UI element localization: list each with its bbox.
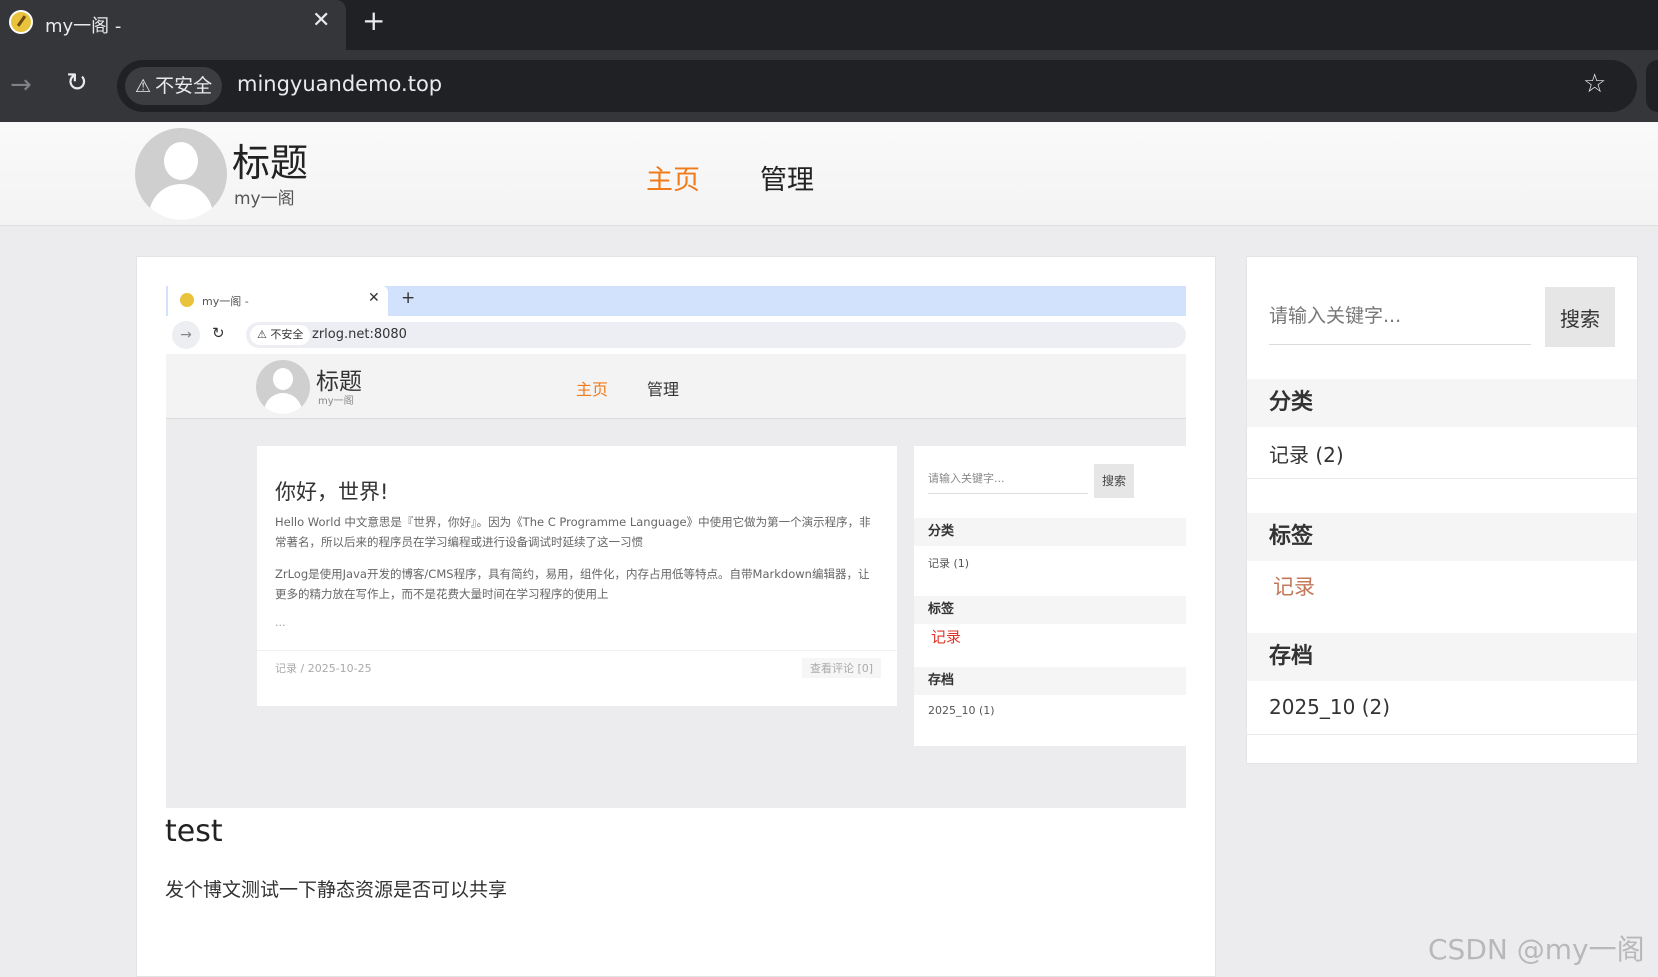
embedded-address-bar: ⚠ 不安全 zrlog.net:8080 [246, 322, 1186, 348]
category-item[interactable]: 记录 (2) [1269, 439, 1344, 468]
embedded-toolbar: → ↻ ⚠ 不安全 zrlog.net:8080 [166, 316, 1186, 354]
embedded-favicon-icon [180, 293, 194, 307]
forward-arrow-icon[interactable]: → [10, 70, 32, 100]
categories-list: 记录 (2) [1247, 427, 1637, 479]
embedded-url: zrlog.net:8080 [312, 327, 407, 342]
search-input[interactable] [1269, 287, 1531, 345]
avatar-body-shape [149, 184, 213, 220]
embedded-close-icon: ✕ [368, 290, 380, 306]
warning-icon: ⚠ [135, 76, 152, 97]
site-title[interactable]: 标题 [232, 132, 308, 187]
embedded-post-ellipsis: ... [275, 616, 286, 629]
avatar-head-shape [164, 142, 198, 180]
embedded-site-title: 标题 [316, 369, 362, 395]
embedded-post-meta: 记录 / 2025-10-25 查看评论 [0] [257, 650, 897, 684]
watermark-text: CSDN @my一阁 [1428, 933, 1645, 966]
archive-list: 2025_10 (2) [1247, 681, 1637, 735]
embedded-reload-icon: ↻ [212, 324, 225, 342]
post-screenshot-image: my一阁 - ✕ + → ↻ ⚠ 不安全 zrlog.net:8080 标题 m… [166, 286, 1186, 808]
bookmark-star-icon[interactable]: ☆ [1583, 69, 1606, 99]
embedded-post-card: 你好，世界! Hello World 中文意思是『世界，你好』。因为《The C… [257, 446, 897, 706]
site-favicon-icon [9, 10, 33, 34]
embedded-forward-icon: → [172, 321, 200, 349]
embedded-post-meta-left: 记录 / 2025-10-25 [275, 662, 372, 675]
embedded-security-label: 不安全 [270, 328, 304, 341]
embedded-search-input: 请输入关键字... [928, 464, 1088, 494]
site-subtitle: my一阁 [234, 189, 295, 209]
embedded-site-header: 标题 my一阁 主页 管理 [166, 354, 1186, 419]
url-text[interactable]: mingyuandemo.top [237, 72, 442, 96]
archive-item[interactable]: 2025_10 (2) [1269, 695, 1390, 719]
embedded-tab-strip: my一阁 - ✕ + [166, 286, 1186, 316]
post-title[interactable]: test [165, 814, 223, 849]
sidebar: 搜索 分类 记录 (2) 标签 记录 存档 2025_10 (2) [1246, 256, 1638, 764]
tab-title: my一阁 - [45, 16, 122, 37]
embedded-nav-home: 主页 [576, 380, 609, 399]
post-excerpt: 发个博文测试一下静态资源是否可以共享 [165, 879, 508, 901]
close-tab-icon[interactable]: ✕ [312, 8, 330, 33]
embedded-tab-title: my一阁 - [202, 295, 249, 308]
embedded-tag-item: 记录 [931, 628, 962, 646]
site-header: 标题 my一阁 主页 管理 [0, 122, 1658, 226]
profile-button-edge[interactable] [1646, 60, 1658, 112]
embedded-post-paragraph: ZrLog是使用Java开发的博客/CMS程序，具有简约，易用，组件化，内存占用… [275, 567, 870, 601]
tag-item[interactable]: 记录 [1273, 571, 1315, 601]
embedded-tab: my一阁 - ✕ [168, 286, 388, 316]
browser-tab-strip: my一阁 - ✕ + [0, 0, 1658, 50]
post-card: my一阁 - ✕ + → ↻ ⚠ 不安全 zrlog.net:8080 标题 m… [136, 256, 1216, 977]
embedded-categories-heading: 分类 [914, 518, 1186, 546]
embedded-search-button: 搜索 [1094, 464, 1134, 498]
embedded-post-paragraph: Hello World 中文意思是『世界，你好』。因为《The C Progra… [275, 515, 871, 549]
search-button[interactable]: 搜索 [1545, 287, 1615, 347]
reload-icon[interactable]: ↻ [66, 68, 88, 98]
archive-heading: 存档 [1247, 633, 1637, 681]
security-indicator[interactable]: ⚠ 不安全 [125, 67, 223, 105]
embedded-tags-heading: 标签 [914, 596, 1186, 624]
embedded-post-title: 你好，世界! [275, 480, 389, 504]
embedded-category-item: 记录 (1) [928, 557, 970, 570]
embedded-site-subtitle: my一阁 [318, 396, 354, 407]
browser-toolbar: → ↻ ⚠ 不安全 mingyuandemo.top ☆ [0, 50, 1658, 122]
avatar [135, 128, 227, 220]
embedded-avatar [256, 360, 310, 414]
embedded-comments-link: 查看评论 [0] [802, 658, 882, 678]
embedded-archive-heading: 存档 [914, 667, 1186, 695]
address-bar[interactable]: ⚠ 不安全 mingyuandemo.top ☆ [117, 60, 1637, 112]
nav-home-link[interactable]: 主页 [646, 158, 700, 197]
security-label: 不安全 [155, 75, 213, 97]
embedded-security-chip: ⚠ 不安全 [250, 325, 311, 345]
embedded-archive-item: 2025_10 (1) [928, 704, 995, 717]
tags-heading: 标签 [1247, 513, 1637, 561]
browser-tab[interactable]: my一阁 - ✕ [0, 0, 346, 50]
embedded-nav-admin: 管理 [647, 380, 680, 399]
nav-admin-link[interactable]: 管理 [760, 158, 814, 197]
categories-heading: 分类 [1247, 379, 1637, 427]
tags-list: 记录 [1247, 561, 1637, 611]
embedded-sidebar: 请输入关键字... 搜索 分类 记录 (1) 标签 记录 存档 2025_10 … [914, 446, 1186, 746]
embedded-new-tab-icon: + [401, 288, 416, 308]
new-tab-icon[interactable]: + [362, 4, 385, 37]
